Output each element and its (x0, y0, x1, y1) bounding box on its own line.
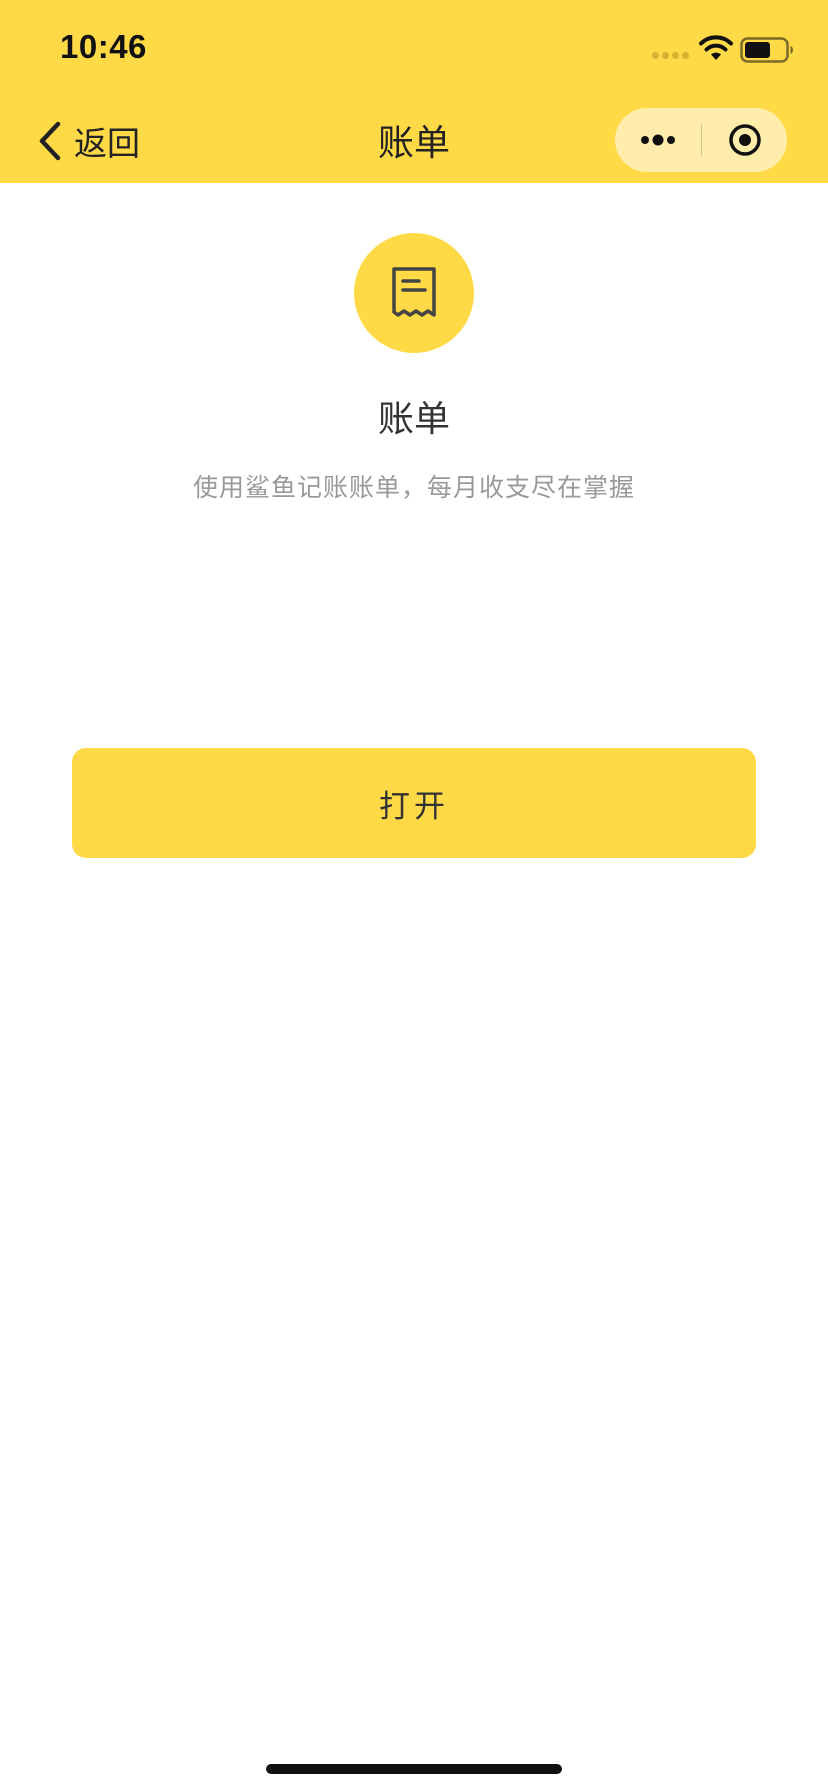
header: 10:46 返回 账单 (0, 0, 828, 183)
more-dots-icon (641, 134, 675, 146)
signal-dots-icon (652, 52, 689, 59)
back-button[interactable]: 返回 (36, 116, 140, 166)
screen: 10:46 返回 账单 账单 使用鲨鱼记账账单，每月收支尽在掌握 打开 (0, 0, 828, 1792)
receipt-icon-badge (354, 233, 474, 353)
target-close-icon (728, 124, 761, 156)
open-button[interactable]: 打开 (72, 748, 756, 858)
back-label: 返回 (74, 124, 140, 163)
receipt-icon (392, 267, 436, 317)
status-time: 10:46 (60, 28, 147, 65)
wifi-icon (699, 35, 733, 60)
battery-icon (740, 37, 793, 63)
close-button[interactable] (702, 108, 787, 172)
mini-program-capsule (615, 108, 787, 172)
more-button[interactable] (615, 108, 701, 172)
feature-title: 账单 (377, 399, 450, 440)
feature-description: 使用鲨鱼记账账单，每月收支尽在掌握 (192, 473, 635, 502)
home-indicator[interactable] (266, 1764, 562, 1774)
chevron-left-icon (39, 121, 61, 161)
